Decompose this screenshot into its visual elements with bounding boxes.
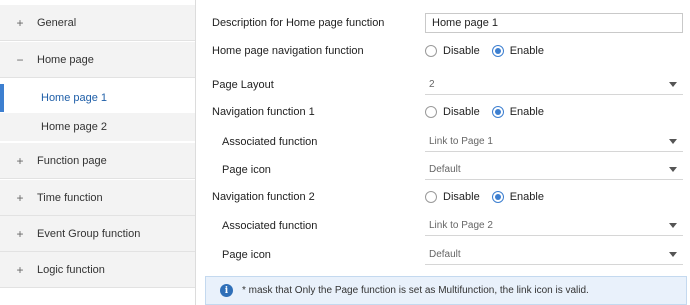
description-input[interactable]: Home page 1 bbox=[425, 13, 683, 33]
home-nav-row: Home page navigation function bbox=[212, 39, 425, 63]
nav2-row: Navigation function 2 bbox=[212, 185, 425, 209]
page-layout-select[interactable]: 2 bbox=[425, 75, 683, 95]
sidebar-subitem-home-page-1[interactable]: Home page 1 bbox=[0, 84, 195, 112]
sidebar: + General − Home page Home page 1 Home p… bbox=[0, 0, 196, 305]
sidebar-item-time-function[interactable]: + Time function bbox=[0, 180, 195, 216]
expand-icon: + bbox=[16, 190, 24, 205]
info-icon: i bbox=[220, 284, 233, 297]
nav2-icon-label: Page icon bbox=[222, 249, 271, 261]
sidebar-subitem-label: Home page 1 bbox=[41, 92, 108, 104]
nav1-assoc-select[interactable]: Link to Page 1 bbox=[425, 132, 683, 152]
nav2-assoc-value: Link to Page 2 bbox=[429, 220, 493, 231]
sidebar-item-general[interactable]: + General bbox=[0, 5, 195, 41]
nav1-disable-label[interactable]: Disable bbox=[443, 106, 480, 118]
nav2-radio-group: Disable Enable bbox=[425, 187, 683, 207]
info-note-text: * mask that Only the Page function is se… bbox=[242, 285, 589, 296]
home-nav-disable-label[interactable]: Disable bbox=[443, 45, 480, 57]
home-nav-enable-radio[interactable] bbox=[491, 45, 504, 57]
collapse-icon: − bbox=[16, 52, 24, 67]
expand-icon: + bbox=[16, 153, 24, 168]
nav2-disable-label[interactable]: Disable bbox=[443, 191, 480, 203]
nav2-icon-row: Page icon bbox=[212, 243, 425, 267]
chevron-down-icon bbox=[669, 167, 677, 172]
description-row: Description for Home page function bbox=[212, 11, 425, 35]
home-nav-disable-radio[interactable] bbox=[425, 45, 437, 57]
nav1-row: Navigation function 1 bbox=[212, 100, 425, 124]
chevron-down-icon bbox=[669, 82, 677, 87]
nav2-icon-value: Default bbox=[429, 249, 461, 260]
nav2-enable-radio[interactable] bbox=[491, 191, 504, 203]
nav2-assoc-select[interactable]: Link to Page 2 bbox=[425, 216, 683, 236]
nav1-icon-row: Page icon bbox=[212, 158, 425, 182]
nav1-enable-radio[interactable] bbox=[491, 106, 504, 118]
active-indicator bbox=[0, 84, 4, 112]
sidebar-item-label: Logic function bbox=[37, 263, 105, 276]
page-layout-row: Page Layout bbox=[212, 73, 425, 97]
nav2-label: Navigation function 2 bbox=[212, 191, 315, 203]
nav1-icon-value: Default bbox=[429, 164, 461, 175]
expand-icon: + bbox=[16, 15, 24, 30]
nav1-assoc-value: Link to Page 1 bbox=[429, 136, 493, 147]
sidebar-item-label: Home page bbox=[37, 53, 94, 66]
info-note: i * mask that Only the Page function is … bbox=[205, 276, 687, 305]
description-label: Description for Home page function bbox=[212, 17, 385, 29]
sidebar-subitem-home-page-2[interactable]: Home page 2 bbox=[0, 113, 195, 141]
page-layout-label: Page Layout bbox=[212, 79, 274, 91]
nav1-disable-radio[interactable] bbox=[425, 106, 437, 118]
nav1-label: Navigation function 1 bbox=[212, 106, 315, 118]
nav2-enable-label[interactable]: Enable bbox=[510, 191, 544, 203]
home-nav-label: Home page navigation function bbox=[212, 45, 364, 57]
page-layout-value: 2 bbox=[429, 79, 435, 90]
nav1-icon-select[interactable]: Default bbox=[425, 160, 683, 180]
nav1-radio-group: Disable Enable bbox=[425, 102, 683, 122]
nav1-assoc-label: Associated function bbox=[222, 136, 318, 148]
nav2-disable-radio[interactable] bbox=[425, 191, 437, 203]
sidebar-item-home-page[interactable]: − Home page bbox=[0, 42, 195, 78]
sidebar-subitem-label: Home page 2 bbox=[41, 121, 108, 133]
nav2-icon-select[interactable]: Default bbox=[425, 245, 683, 265]
sidebar-item-function-page[interactable]: + Function page bbox=[0, 143, 195, 179]
sidebar-item-logic-function[interactable]: + Logic function bbox=[0, 252, 195, 288]
chevron-down-icon bbox=[669, 252, 677, 257]
sidebar-item-label: Event Group function bbox=[37, 227, 141, 240]
nav2-assoc-label: Associated function bbox=[222, 220, 318, 232]
chevron-down-icon bbox=[669, 139, 677, 144]
sidebar-item-label: General bbox=[37, 16, 77, 29]
chevron-down-icon bbox=[669, 223, 677, 228]
expand-icon: + bbox=[16, 262, 24, 277]
sidebar-item-label: Time function bbox=[37, 191, 103, 204]
sidebar-item-event-group-function[interactable]: + Event Group function bbox=[0, 216, 195, 252]
nav1-enable-label[interactable]: Enable bbox=[510, 106, 544, 118]
expand-icon: + bbox=[16, 226, 24, 241]
sidebar-item-label: Function page bbox=[37, 154, 107, 167]
home-nav-radio-group: Disable Enable bbox=[425, 41, 683, 61]
nav2-assoc-row: Associated function bbox=[212, 214, 425, 238]
nav1-assoc-row: Associated function bbox=[212, 130, 425, 154]
home-nav-enable-label[interactable]: Enable bbox=[510, 45, 544, 57]
nav1-icon-label: Page icon bbox=[222, 164, 271, 176]
